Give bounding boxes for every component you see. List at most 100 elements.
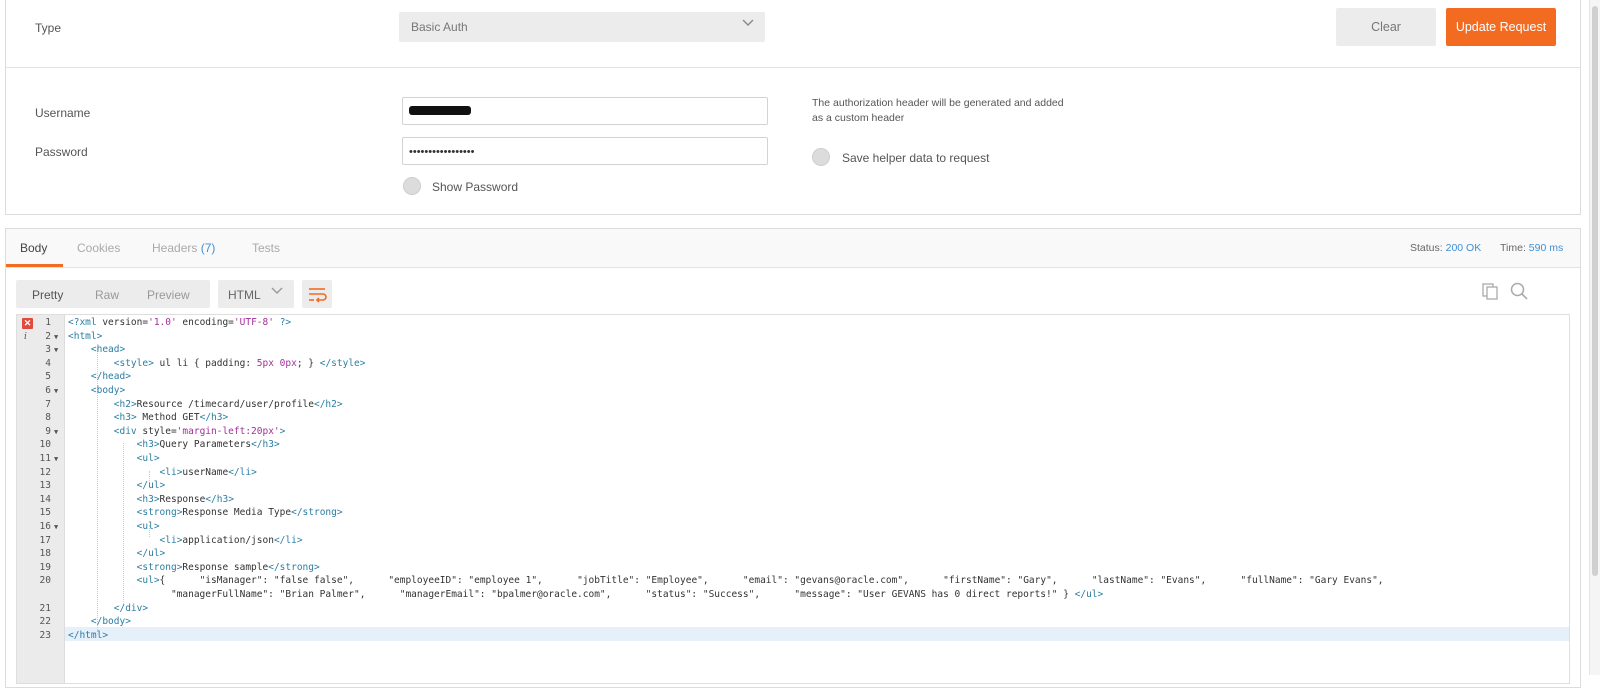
time-value: 590 ms	[1528, 242, 1564, 254]
line-number: 19	[39, 561, 51, 573]
username-label: Username	[35, 106, 91, 120]
fold-toggle-icon[interactable]: ▼	[54, 455, 58, 463]
copy-icon[interactable]	[1480, 281, 1500, 304]
line-number: 23	[39, 629, 51, 641]
response-panel: Body Cookies Headers (7) Tests Status: 2…	[5, 228, 1581, 688]
code-line: <strong>Response Media Type</strong>	[136, 507, 343, 519]
code-line: <h3>Query Parameters</h3>	[136, 439, 280, 451]
code-line: <ul>	[136, 453, 160, 464]
time-label: Time:	[1500, 242, 1526, 254]
line-number: 10	[39, 439, 51, 451]
auth-type-select[interactable]: Basic Auth	[399, 12, 765, 42]
code-line: <body>	[90, 385, 126, 396]
type-label: Type	[35, 21, 62, 35]
fold-toggle-icon[interactable]: ▼	[54, 346, 58, 354]
view-mode-group: Pretty Raw Preview	[16, 280, 210, 308]
tab-tests[interactable]: Tests	[252, 241, 280, 255]
view-raw[interactable]: Raw	[95, 288, 119, 302]
fold-toggle-icon[interactable]: ▼	[54, 428, 58, 436]
line-number: 11	[39, 453, 51, 464]
line-number: 4	[45, 357, 51, 369]
save-helper-toggle[interactable]	[812, 148, 830, 166]
status-label: Status:	[1410, 242, 1443, 254]
save-helper-label: Save helper data to request	[842, 151, 990, 165]
view-pretty[interactable]: Pretty	[32, 288, 63, 302]
code-line: </head>	[90, 371, 131, 383]
username-field[interactable]	[402, 97, 768, 125]
line-number: 21	[39, 602, 51, 614]
divider	[6, 67, 1580, 68]
code-line: </html>	[68, 629, 109, 641]
line-number: 13	[39, 480, 51, 492]
line-number: 6	[45, 385, 51, 396]
code-line: <h2>Resource /timecard/user/profile</h2>	[113, 398, 343, 410]
code-line: "managerFullName": "Brian Palmer", "mana…	[68, 589, 1104, 600]
line-number: 8	[45, 412, 51, 424]
format-value: HTML	[228, 288, 261, 302]
clear-button[interactable]: Clear	[1336, 8, 1436, 46]
line-number: 16	[39, 521, 51, 532]
line-number: 12	[39, 466, 51, 478]
update-request-button[interactable]: Update Request	[1446, 8, 1556, 46]
line-number: 17	[39, 534, 51, 546]
show-password-label: Show Password	[432, 180, 519, 194]
active-tab-indicator	[6, 264, 63, 267]
scrollbar-thumb[interactable]	[1592, 6, 1598, 576]
headers-count: (7)	[200, 241, 216, 255]
code-line: <h3> Method GET</h3>	[113, 412, 229, 424]
line-number: 9	[45, 425, 51, 437]
code-line: <strong>Response sample</strong>	[136, 561, 320, 573]
show-password-toggle[interactable]	[403, 177, 421, 195]
line-number: 15	[39, 507, 51, 519]
tab-headers-label: Headers	[152, 241, 198, 255]
line-number: 20	[39, 575, 51, 587]
code-line: <head>	[90, 344, 126, 356]
tab-cookies[interactable]: Cookies	[77, 241, 120, 255]
code-line: </body>	[90, 616, 131, 628]
line-number: 7	[45, 398, 51, 410]
tab-body[interactable]: Body	[20, 241, 47, 255]
line-number: 14	[39, 493, 51, 505]
code-line: <?xml version='1.0' encoding='UTF-8' ?>	[68, 317, 292, 328]
auth-panel: Type Basic Auth Clear Update Request Use…	[5, 0, 1581, 215]
code-line: <div style='margin-left:20px'>	[113, 425, 286, 437]
status-value: 200 OK	[1445, 242, 1482, 254]
code-line: <ul>	[136, 521, 160, 532]
auth-hint-text: The authorization header will be generat…	[812, 97, 1064, 124]
format-select[interactable]: HTML	[218, 280, 294, 308]
status-readout: Status: 200 OK	[1410, 242, 1481, 254]
view-preview[interactable]: Preview	[147, 288, 190, 302]
code-line: <li>userName</li>	[159, 466, 257, 478]
code-editor[interactable]: ✕ i 1 <?xml version='1.0' encoding='UTF-8…	[16, 314, 1570, 684]
fold-toggle-icon[interactable]: ▼	[54, 523, 58, 531]
code-line: <h3>Response</h3>	[136, 493, 234, 505]
code-line: </ul>	[136, 548, 166, 560]
chevron-down-icon	[270, 284, 284, 301]
wrap-lines-button[interactable]	[302, 280, 332, 308]
code-line: <style> ul li { padding: 5px 0px; } </st…	[113, 357, 366, 369]
line-number: 5	[45, 371, 51, 383]
line-number: 2	[45, 330, 51, 342]
line-number: 3	[45, 344, 51, 356]
line-number: 22	[39, 616, 51, 628]
tab-headers[interactable]: Headers (7)	[152, 241, 215, 255]
line-number: 1	[45, 317, 51, 328]
active-line-highlight	[65, 627, 1569, 641]
time-readout: Time: 590 ms	[1500, 242, 1563, 254]
password-label: Password	[35, 145, 88, 159]
line-number: 18	[39, 548, 51, 560]
redacted-username	[409, 106, 471, 115]
fold-toggle-icon[interactable]: ▼	[54, 333, 58, 341]
fold-toggle-icon[interactable]: ▼	[54, 387, 58, 395]
code-line: <li>application/json</li>	[159, 534, 303, 546]
page-scrollbar[interactable]	[1589, 0, 1600, 675]
password-field[interactable]: •••••••••••••••••	[402, 137, 768, 165]
code-line: </ul>	[136, 480, 166, 492]
code-line: </div>	[113, 602, 149, 614]
auth-type-value: Basic Auth	[411, 20, 468, 34]
code-line: <html>	[68, 330, 103, 342]
search-icon[interactable]	[1509, 281, 1529, 304]
wrap-lines-icon	[309, 288, 327, 303]
response-tabs: Body Cookies Headers (7) Tests Status: 2…	[6, 229, 1580, 268]
chevron-down-icon	[741, 16, 755, 33]
